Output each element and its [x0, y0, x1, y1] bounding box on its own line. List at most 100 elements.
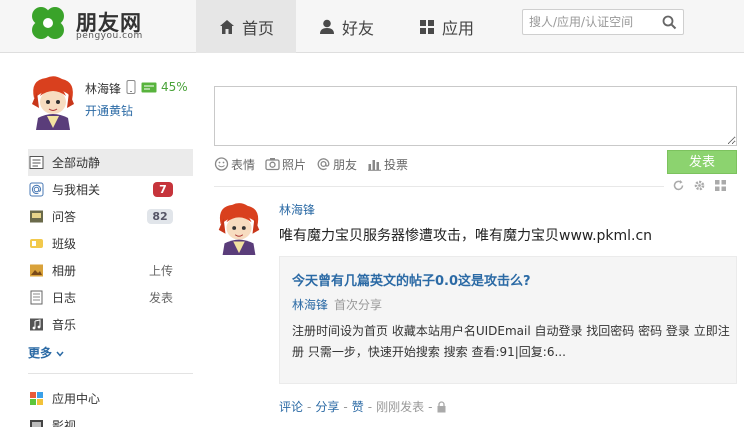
mention-label: 朋友 — [333, 157, 358, 172]
publish-diary-link[interactable]: 发表 — [149, 289, 173, 306]
sidebar-item-music[interactable]: 音乐 — [28, 311, 193, 338]
status-composer-input[interactable] — [214, 86, 737, 146]
notification-badge: 7 — [153, 182, 173, 197]
separator: - — [428, 399, 433, 414]
sidebar-item-label: 影视 — [52, 419, 77, 427]
separator: - — [343, 399, 348, 414]
sidebar-item-album[interactable]: 相册 上传 — [28, 257, 193, 284]
layout-toggle-icon[interactable] — [714, 179, 727, 192]
vote-icon — [368, 160, 382, 171]
logo-domain: pengyou.com — [76, 31, 143, 41]
refresh-icon[interactable] — [672, 179, 685, 192]
grid-icon — [419, 19, 434, 34]
sidebar-item-mentions[interactable]: 与我相关 7 — [28, 176, 193, 203]
feed-controls — [672, 179, 727, 192]
open-vip-link[interactable]: 开通黄钻 — [85, 102, 133, 119]
shared-author-name[interactable]: 林海锋 — [292, 298, 328, 312]
vip-progress-percent: 45% — [161, 80, 188, 94]
separator: - — [367, 399, 373, 414]
mention-friend-button[interactable]: 朋友 — [316, 156, 357, 173]
shared-post-author: 林海锋 首次分享 — [292, 296, 382, 313]
emoji-button[interactable]: 表情 — [214, 156, 255, 173]
shared-post-title[interactable]: 今天曾有几篇英文的帖子0.0这是攻击么? — [292, 270, 531, 289]
shared-post-card[interactable]: 今天曾有几篇英文的帖子0.0这是攻击么? 林海锋 首次分享 注册时间设为首页 收藏… — [279, 256, 737, 384]
profile-name[interactable]: 林海锋 — [85, 80, 121, 97]
count-badge: 82 — [147, 209, 173, 224]
user-profile: 林海锋 45% 开通黄钻 — [28, 74, 198, 134]
video-icon — [30, 420, 43, 427]
sidebar-item-class[interactable]: 班级 — [28, 230, 193, 257]
sidebar-item-label: 相册 — [52, 264, 77, 278]
nav-home-label: 首页 — [241, 18, 274, 38]
photo-label: 照片 — [282, 157, 307, 172]
qa-icon — [30, 210, 43, 223]
top-header: 朋友网 pengyou.com 首页 好友 应用 — [0, 0, 744, 53]
sidebar-item-qa[interactable]: 问答 82 — [28, 203, 193, 230]
app-center-icon — [30, 392, 43, 405]
vip-card-icon — [141, 82, 157, 93]
photo-button[interactable]: 照片 — [265, 156, 306, 173]
chevron-down-icon — [56, 351, 64, 357]
vote-button[interactable]: 投票 — [367, 156, 408, 173]
share-link[interactable]: 分享 — [315, 398, 339, 415]
sidebar-item-label: 问答 — [52, 210, 77, 224]
class-icon — [30, 239, 43, 248]
nav-apps[interactable]: 应用 — [396, 0, 496, 53]
camera-icon — [265, 158, 280, 171]
feed-post-text: 唯有魔力宝贝服务器惨遭攻击，唯有魔力宝贝www.pkml.cn — [279, 228, 653, 244]
upload-link[interactable]: 上传 — [149, 262, 173, 279]
sidebar-item-label: 音乐 — [52, 318, 77, 332]
post-button[interactable]: 发表 — [667, 150, 737, 174]
sidebar-item-label: 全部动静 — [52, 156, 101, 170]
sidebar-divider — [28, 373, 193, 374]
nav-friends-label: 好友 — [341, 18, 374, 38]
lock-icon[interactable] — [436, 400, 447, 413]
nav-apps-label: 应用 — [441, 18, 474, 38]
composer-toolbar: 表情 照片 朋友 投票 — [214, 154, 408, 174]
vote-label: 投票 — [384, 157, 409, 172]
post-timestamp: 刚刚发表 — [376, 400, 425, 414]
avatar[interactable] — [28, 74, 78, 130]
sidebar-apps: 应用中心 影视 — [28, 385, 193, 427]
feed-divider — [214, 186, 664, 187]
first-share-label: 首次分享 — [334, 298, 383, 312]
shared-post-excerpt: 注册时间设为首页 收藏本站用户名UIDEmail 自动登录 找回密码 密码 登录… — [292, 324, 730, 359]
feed-icon — [29, 156, 44, 169]
feed-author-name[interactable]: 林海锋 — [279, 201, 315, 218]
smile-icon — [214, 157, 229, 171]
emoji-label: 表情 — [231, 157, 256, 172]
clover-logo-icon — [32, 7, 64, 39]
sidebar-item-label: 与我相关 — [52, 183, 101, 197]
feed-author-avatar[interactable] — [214, 201, 264, 255]
person-icon — [319, 19, 334, 34]
main-nav: 首页 好友 应用 — [196, 0, 496, 53]
sidebar-item-label: 日志 — [52, 291, 77, 305]
sidebar-item-label: 班级 — [52, 237, 77, 251]
sidebar-item-diary[interactable]: 日志 发表 — [28, 284, 193, 311]
comment-link[interactable]: 评论 — [279, 398, 303, 415]
search-input[interactable] — [523, 10, 657, 34]
home-icon — [219, 19, 234, 34]
at-icon — [317, 158, 330, 171]
more-label: 更多 — [28, 346, 53, 360]
pengyou-logo[interactable]: 朋友网 pengyou.com — [28, 4, 148, 48]
like-link[interactable]: 赞 — [352, 398, 364, 415]
sidebar-item-all-feeds[interactable]: 全部动静 — [28, 149, 193, 176]
sidebar-item-label: 应用中心 — [52, 392, 101, 406]
separator: - — [307, 399, 312, 414]
gear-icon[interactable] — [693, 179, 706, 192]
sidebar-item-app-center[interactable]: 应用中心 — [28, 385, 193, 412]
music-icon — [30, 318, 43, 331]
more-menu-toggle[interactable]: 更多 — [28, 344, 64, 361]
album-icon — [30, 264, 43, 277]
search-icon[interactable] — [662, 15, 677, 30]
feed-actions: 评论 - 分享 - 赞 - 刚刚发表 - — [279, 398, 447, 415]
sidebar-menu: 全部动静 与我相关 7 问答 82 班级 相册 上传 日志 发表 音乐 — [28, 149, 193, 338]
nav-home[interactable]: 首页 — [196, 0, 296, 53]
diary-icon — [30, 290, 43, 305]
mobile-phone-icon — [126, 80, 136, 94]
sidebar-item-video[interactable]: 影视 — [28, 412, 193, 427]
nav-friends[interactable]: 好友 — [296, 0, 396, 53]
at-icon — [29, 182, 44, 197]
search-box — [522, 9, 684, 35]
